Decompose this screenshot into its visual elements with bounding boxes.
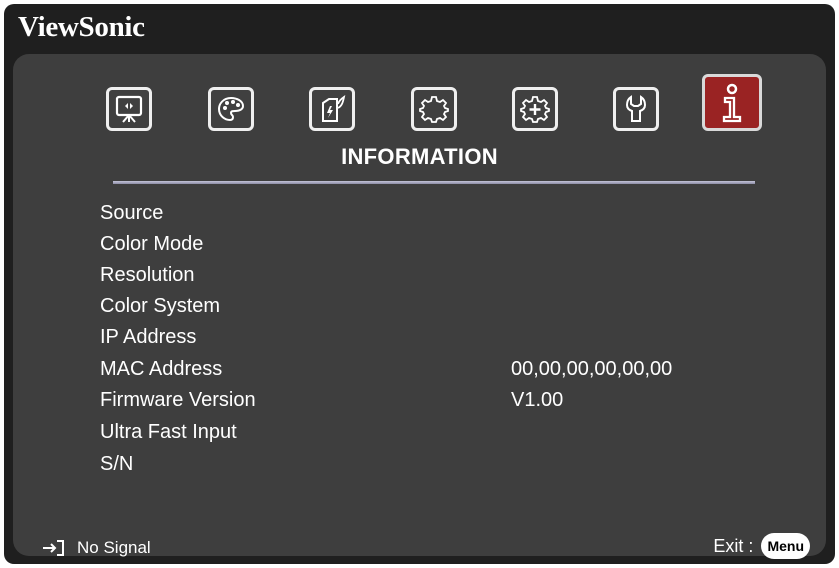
row-value: V1.00 — [511, 389, 564, 411]
info-row-source: Source — [100, 200, 800, 226]
basic-gear-icon — [419, 96, 449, 123]
palette-icon — [217, 96, 245, 122]
signal-status-text: No Signal — [77, 538, 151, 557]
tab-system[interactable] — [613, 87, 659, 131]
row-label: Ultra Fast Input — [100, 421, 237, 443]
power-management-icon — [322, 95, 346, 122]
display-icon — [115, 95, 143, 123]
row-label: Source — [100, 202, 164, 224]
row-value: 00,00,00,00,00,00 — [511, 358, 673, 380]
tab-image[interactable] — [208, 87, 254, 131]
page-title: INFORMATION — [341, 144, 498, 169]
info-row-ip-address: IP Address — [100, 324, 800, 350]
advanced-gear-icon — [520, 96, 550, 123]
info-row-resolution: Resolution — [100, 262, 800, 288]
tab-power[interactable] — [309, 87, 355, 131]
menu-panel: INFORMATION Source Color Mode Resolution… — [13, 54, 826, 559]
exit-label: Exit : — [713, 535, 754, 556]
row-label: Color Mode — [100, 233, 204, 255]
info-icon — [722, 83, 742, 122]
tab-basic[interactable] — [411, 87, 457, 131]
info-row-serial-number: S/N — [100, 451, 800, 477]
signal-status: No Signal — [43, 538, 151, 558]
tab-display[interactable] — [106, 87, 152, 131]
info-row-color-system: Color System — [100, 293, 800, 319]
input-source-icon — [43, 540, 64, 556]
tab-information[interactable] — [702, 74, 762, 131]
info-row-mac-address: MAC Address 00,00,00,00,00,00 — [100, 356, 800, 382]
row-label: IP Address — [100, 326, 197, 348]
menu-key-button[interactable]: Menu — [761, 533, 810, 559]
row-label: Resolution — [100, 264, 195, 286]
title-divider — [113, 181, 755, 184]
row-label: Color System — [100, 295, 221, 317]
info-row-color-mode: Color Mode — [100, 231, 800, 257]
info-row-ultra-fast-input: Ultra Fast Input — [100, 419, 800, 445]
osd-window: ViewSonic INFORMATION Source Color Mode … — [4, 4, 835, 564]
tab-advanced[interactable] — [512, 87, 558, 131]
row-label: MAC Address — [100, 358, 223, 380]
brand-logo: ViewSonic — [18, 11, 145, 43]
row-label: S/N — [100, 453, 134, 475]
wrench-icon — [625, 95, 647, 122]
exit-hint: Exit : Menu — [713, 533, 810, 559]
row-label: Firmware Version — [100, 389, 256, 411]
info-row-firmware-version: Firmware Version V1.00 — [100, 387, 800, 413]
